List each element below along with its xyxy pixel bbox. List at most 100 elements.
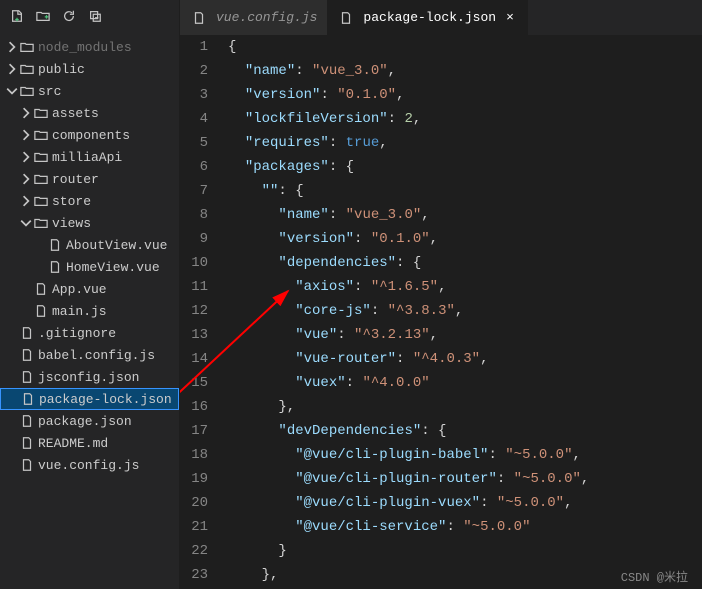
file-icon [18,324,36,342]
code-line[interactable]: "@vue/cli-service": "~5.0.0" [228,515,702,539]
code-line[interactable]: "version": "0.1.0", [228,83,702,107]
tree-item-label: README.md [38,436,108,451]
file-icon [19,390,37,408]
code-line[interactable]: "name": "vue_3.0", [228,59,702,83]
chevron-right-icon[interactable] [20,150,32,164]
chevron-right-icon[interactable] [6,62,18,76]
tree-item-public[interactable]: public [0,58,179,80]
tree-item-node-modules[interactable]: node_modules [0,36,179,58]
tab-label: vue.config.js [216,10,317,25]
file-icon [337,9,355,27]
line-number: 6 [180,155,208,179]
code-line[interactable]: "version": "0.1.0", [228,227,702,251]
code-line[interactable]: } [228,539,702,563]
tree-item-components[interactable]: components [0,124,179,146]
tree-item-src[interactable]: src [0,80,179,102]
code-line[interactable]: "vue-router": "^4.0.3", [228,347,702,371]
editor-main: vue.config.jspackage-lock.json× 12345678… [180,0,702,589]
line-number: 19 [180,467,208,491]
tree-item-views[interactable]: views [0,212,179,234]
close-icon[interactable]: × [502,10,518,25]
code-line[interactable]: "lockfileVersion": 2, [228,107,702,131]
file-icon [18,434,36,452]
line-number: 13 [180,323,208,347]
tree-item-milliaapi[interactable]: milliaApi [0,146,179,168]
file-icon [18,412,36,430]
editor-tabs: vue.config.js package-lock.json × [180,0,702,35]
code-line[interactable]: "dependencies": { [228,251,702,275]
tree-item--gitignore[interactable]: .gitignore [0,322,179,344]
tree-item-package-json[interactable]: package.json [0,410,179,432]
code-line[interactable]: "axios": "^1.6.5", [228,275,702,299]
tree-item-app-vue[interactable]: App.vue [0,278,179,300]
code-line[interactable]: "vuex": "^4.0.0" [228,371,702,395]
tree-item-label: store [52,194,91,209]
line-gutter: 1234567891011121314151617181920212223 [180,35,222,589]
editor-area: 1234567891011121314151617181920212223 { … [180,35,702,589]
file-icon [46,236,64,254]
code-line[interactable]: "devDependencies": { [228,419,702,443]
tree-item-store[interactable]: store [0,190,179,212]
tree-item-homeview-vue[interactable]: HomeView.vue [0,256,179,278]
tree-item-assets[interactable]: assets [0,102,179,124]
tree-item-label: router [52,172,99,187]
tree-item-label: src [38,84,61,99]
code-line[interactable]: "@vue/cli-plugin-vuex": "~5.0.0", [228,491,702,515]
chevron-right-icon[interactable] [20,106,32,120]
file-icon [18,368,36,386]
tree-item-label: .gitignore [38,326,116,341]
code-content[interactable]: { "name": "vue_3.0", "version": "0.1.0",… [222,35,702,589]
folder-icon [18,60,36,78]
code-line[interactable]: "@vue/cli-plugin-router": "~5.0.0", [228,467,702,491]
tab-label: package-lock.json [363,10,496,25]
tree-item-label: vue.config.js [38,458,139,473]
tree-item-aboutview-vue[interactable]: AboutView.vue [0,234,179,256]
chevron-down-icon[interactable] [6,84,18,98]
file-explorer: node_modulespublic src assets componentsmil… [0,0,180,589]
tree-item-jsconfig-json[interactable]: jsconfig.json [0,366,179,388]
new-file-icon[interactable] [8,7,26,25]
tree-item-babel-config-js[interactable]: babel.config.js [0,344,179,366]
code-line[interactable]: }, [228,395,702,419]
file-icon [32,302,50,320]
tree-item-label: public [38,62,85,77]
line-number: 7 [180,179,208,203]
code-line[interactable]: "@vue/cli-plugin-babel": "~5.0.0", [228,443,702,467]
chevron-down-icon[interactable] [20,216,32,230]
chevron-right-icon[interactable] [6,40,18,54]
line-number: 16 [180,395,208,419]
file-icon [190,9,208,27]
collapse-all-icon[interactable] [86,7,104,25]
line-number: 20 [180,491,208,515]
watermark: CSDN @米拉 [621,568,688,585]
tree-item-label: package.json [38,414,132,429]
new-folder-icon[interactable] [34,7,52,25]
tree-item-label: HomeView.vue [66,260,160,275]
folder-icon [32,126,50,144]
code-line[interactable]: "core-js": "^3.8.3", [228,299,702,323]
code-line[interactable]: "requires": true, [228,131,702,155]
line-number: 5 [180,131,208,155]
tab-package-lock-json[interactable]: package-lock.json × [327,0,528,35]
chevron-right-icon[interactable] [20,194,32,208]
line-number: 23 [180,563,208,587]
line-number: 3 [180,83,208,107]
chevron-right-icon[interactable] [20,128,32,142]
refresh-icon[interactable] [60,7,78,25]
chevron-right-icon[interactable] [20,172,32,186]
code-line[interactable]: "vue": "^3.2.13", [228,323,702,347]
folder-icon [18,82,36,100]
line-number: 21 [180,515,208,539]
code-line[interactable]: "": { [228,179,702,203]
tree-item-main-js[interactable]: main.js [0,300,179,322]
code-line[interactable]: "packages": { [228,155,702,179]
line-number: 22 [180,539,208,563]
code-line[interactable]: "name": "vue_3.0", [228,203,702,227]
code-line[interactable]: { [228,35,702,59]
tree-item-label: assets [52,106,99,121]
tab-vue-config-js[interactable]: vue.config.js [180,0,327,35]
tree-item-router[interactable]: router [0,168,179,190]
tree-item-package-lock-json[interactable]: package-lock.json [0,388,179,410]
tree-item-readme-md[interactable]: README.md [0,432,179,454]
tree-item-vue-config-js[interactable]: vue.config.js [0,454,179,476]
